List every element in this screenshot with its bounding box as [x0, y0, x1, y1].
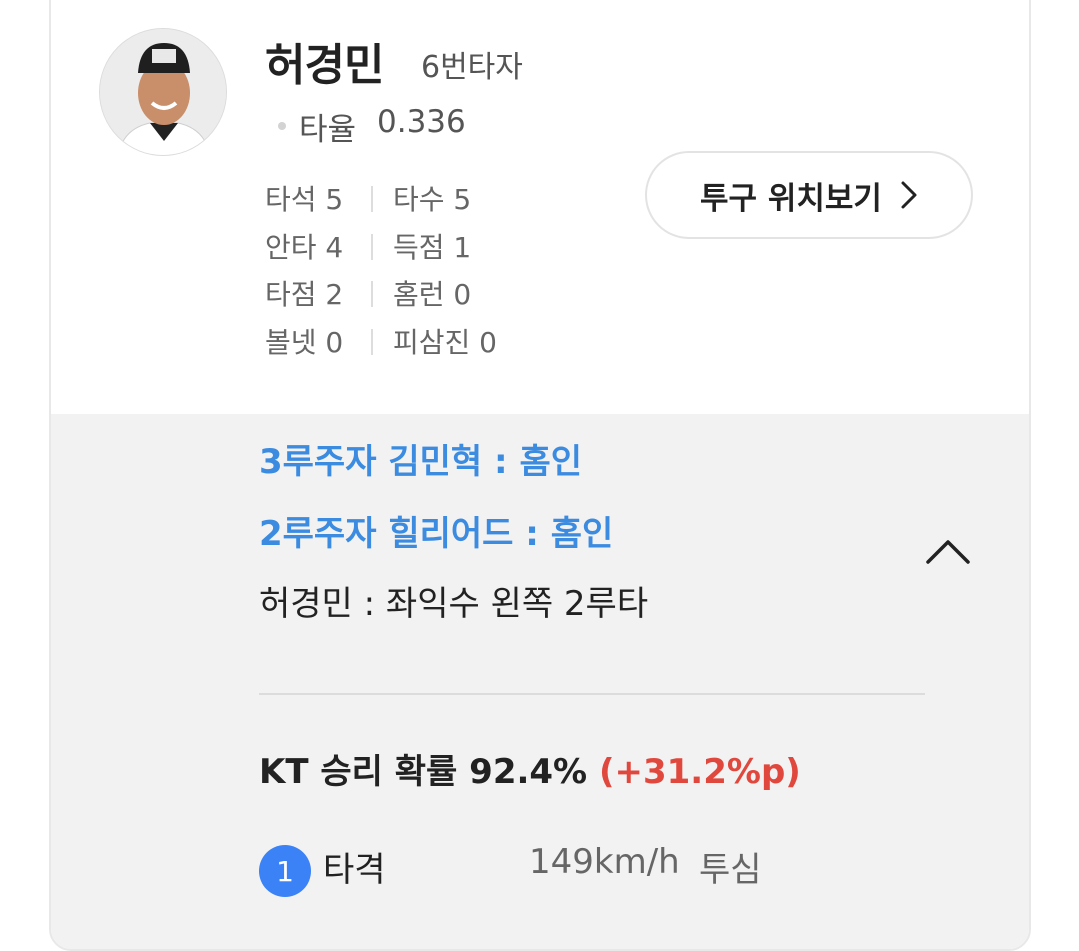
player-avatar [99, 28, 227, 156]
chevron-right-icon [900, 180, 918, 210]
win-probability-change: (+31.2%p) [598, 752, 801, 792]
play-event-batter-result: 허경민 : 좌익수 왼쪽 2루타 [259, 584, 649, 624]
stat-divider [371, 186, 373, 212]
stat-runs: 득점 1 [393, 230, 472, 264]
play-event-runner-third: 3루주자 김민혁 : 홈인 [259, 442, 583, 482]
stat-walks: 볼넷 0 [265, 325, 344, 359]
stat-hits: 안타 4 [265, 230, 344, 264]
pitch-location-button[interactable]: 투구 위치보기 [645, 151, 973, 239]
play-event-runner-second: 2루주자 힐리어드 : 홈인 [259, 514, 614, 554]
stat-rbi: 타점 2 [265, 278, 344, 311]
stat-home-runs: 홈런 0 [393, 278, 472, 311]
batting-order: 6번타자 [421, 50, 523, 85]
bullet-dot-icon [278, 122, 286, 130]
at-bat-card: 허경민 6번타자 타율 0.336 타석 5 타수 5 안타 4 득점 1 타점… [49, 0, 1031, 951]
pitch-location-button-label: 투구 위치보기 [700, 180, 882, 217]
stat-divider [371, 233, 373, 260]
pitch-result: 타격 [323, 850, 386, 890]
stat-divider [371, 281, 373, 307]
stat-strikeouts: 피삼진 0 [393, 325, 497, 359]
pitch-number-badge: 1 [259, 845, 311, 897]
pitch-type: 투심 [699, 850, 762, 890]
play-detail-panel: 3루주자 김민혁 : 홈인 2루주자 힐리어드 : 홈인 허경민 : 좌익수 왼… [51, 414, 1029, 949]
win-probability-text: KT 승리 확률 92.4% [259, 752, 588, 792]
player-name: 허경민 [265, 40, 384, 91]
player-summary: 허경민 6번타자 타율 0.336 타석 5 타수 5 안타 4 득점 1 타점… [51, 0, 1029, 414]
section-divider [259, 693, 925, 695]
pitch-speed: 149km/h [529, 842, 680, 882]
stat-divider [371, 328, 373, 355]
stat-plate-appearances: 타석 5 [265, 183, 344, 216]
chevron-up-icon[interactable] [925, 536, 971, 566]
batting-average-label: 타율 [299, 112, 357, 148]
win-probability: KT 승리 확률 92.4% (+31.2%p) [259, 744, 801, 793]
batting-average-value: 0.336 [377, 104, 466, 140]
stat-at-bats: 타수 5 [393, 183, 472, 216]
